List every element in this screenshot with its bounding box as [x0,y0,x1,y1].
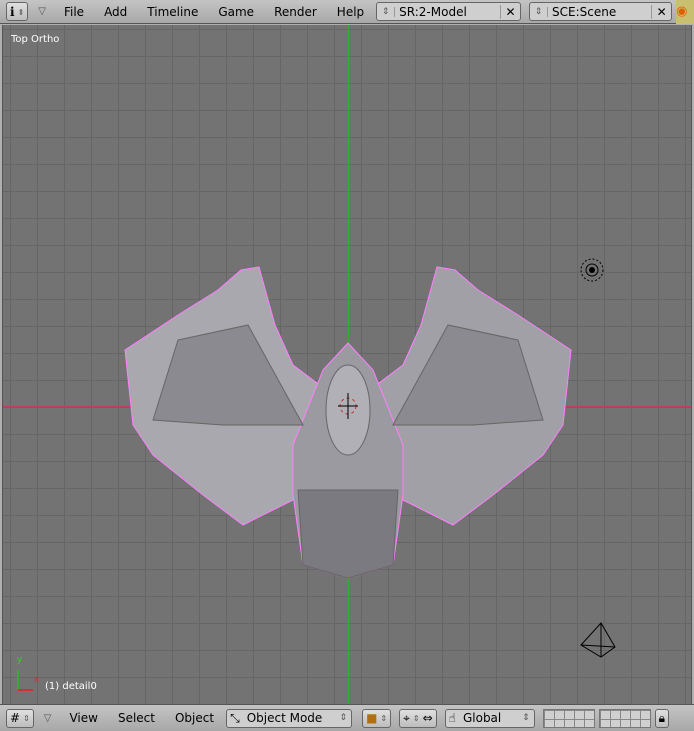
manipulator-icon[interactable]: ⇔ [423,711,433,725]
object-mode-icon: ⤡ [230,710,240,725]
screen-selector[interactable]: ⇕ SR:2-Model ✕ [376,2,522,21]
lock-icon: 🔒︎ [658,710,666,725]
solid-cube-icon: ■ [366,711,378,725]
pivot-icon: ⌖ [403,710,410,725]
mode-selector[interactable]: ⤡ Object Mode ⇕ [226,708,353,728]
ship-model[interactable] [3,25,692,704]
camera-icon [580,622,616,658]
close-icon[interactable]: ✕ [651,4,671,19]
screen-name[interactable]: SR:2-Model [395,5,500,19]
up-down-icon: ⇕ [522,713,530,723]
ship-tail [297,489,399,579]
close-icon[interactable]: ✕ [500,4,520,19]
blender-logo-icon: ◉ [676,0,694,24]
grid-icon: # [10,711,21,725]
orientation-value[interactable]: Global [459,711,522,725]
menu-file[interactable]: File [56,5,92,19]
window-type-button[interactable]: # ⇕ [6,708,34,728]
orientation-selector[interactable]: ☝ Global ⇕ [444,708,535,728]
collapse-menu-icon[interactable]: ▽ [44,713,52,724]
pivot-button[interactable]: ⌖ ⇕ ⇔ [399,708,437,728]
menu-timeline[interactable]: Timeline [139,5,206,19]
up-down-icon: ⇕ [339,713,348,723]
axis-y-label: y [17,655,23,665]
up-down-icon[interactable]: ⇕ [530,6,549,17]
3d-viewport[interactable]: Top Ortho y x (1) detail0 [2,25,692,704]
menu-object[interactable]: Object [167,711,222,725]
scene-selector[interactable]: ⇕ SCE:Scene ✕ [529,2,673,21]
axis-gizmo-icon [17,670,33,691]
menu-render[interactable]: Render [266,5,325,19]
top-header: i ⇕ ▽ File Add Timeline Game Render Help… [0,0,694,24]
menu-view[interactable]: View [61,711,105,725]
scene-name[interactable]: SCE:Scene [548,5,651,19]
lock-button[interactable]: 🔒︎ [654,708,670,728]
layer-buttons-1[interactable] [542,708,595,728]
menu-help[interactable]: Help [329,5,372,19]
menu-game[interactable]: Game [210,5,262,19]
collapse-menu-icon[interactable]: ▽ [38,6,46,17]
bottom-header: # ⇕ ▽ View Select Object ⤡ Object Mode ⇕ ■ ⇕… [0,704,694,731]
draw-type-button[interactable]: ■ ⇕ [362,708,392,728]
menu-add[interactable]: Add [96,5,135,19]
mode-value[interactable]: Object Mode [243,711,340,725]
object-label: (1) detail0 [45,681,97,692]
hand-icon: ☝ [448,711,456,725]
lamp-icon [580,258,604,282]
axis-x-label: x [34,675,40,685]
info-window-type-button[interactable]: i ⇕ [6,2,29,21]
layer-buttons-2[interactable] [598,708,651,728]
menu-select[interactable]: Select [110,711,163,725]
up-down-icon[interactable]: ⇕ [377,6,396,17]
